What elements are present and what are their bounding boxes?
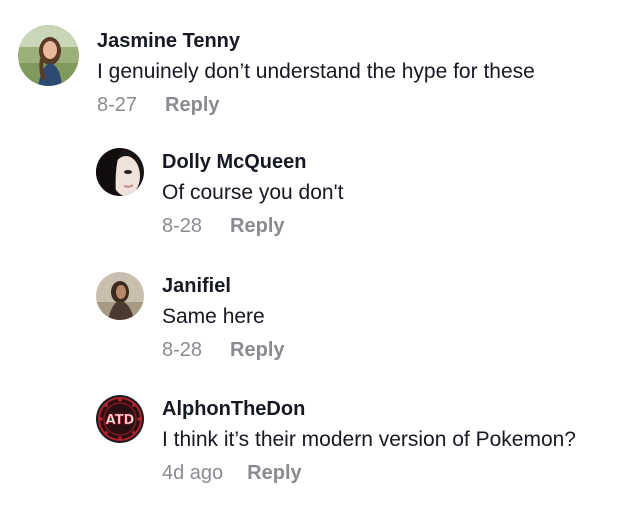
comment-meta: 8-28 Reply [162, 214, 343, 238]
comment-text: I genuinely don’t understand the hype fo… [97, 60, 535, 83]
comment-username[interactable]: AlphonTheDon [162, 397, 576, 421]
comment-text: I think it’s their modern version of Pok… [162, 428, 576, 451]
comment-date: 4d ago [162, 462, 224, 484]
comment-meta: 8-28 Reply [162, 338, 285, 362]
reply-button[interactable]: Reply [230, 214, 284, 238]
comment-username[interactable]: Dolly McQueen [162, 150, 343, 174]
svg-text:ATD: ATD [106, 413, 135, 428]
comment-meta: 4d ago Reply [162, 461, 576, 485]
comment-meta: 8-27 Reply [97, 93, 535, 117]
avatar-photo [96, 272, 144, 320]
avatar[interactable] [96, 148, 144, 196]
avatar[interactable] [18, 25, 79, 86]
comment-username[interactable]: Janifiel [162, 274, 285, 298]
comment-date: 8-27 [97, 94, 138, 116]
comment-text: Of course you don't [162, 181, 344, 204]
comment-date: 8-28 [162, 339, 203, 361]
comment-username[interactable]: Jasmine Tenny [97, 29, 535, 53]
comment-item: Jasmine Tenny I genuinely don’t understa… [18, 25, 535, 117]
comment-text: Same here [162, 305, 265, 328]
reply-button[interactable]: Reply [165, 93, 219, 117]
avatar-logo: ATD [96, 395, 144, 443]
avatar-photo [18, 25, 79, 86]
reply-button[interactable]: Reply [230, 338, 284, 362]
avatar[interactable]: ATD [96, 395, 144, 443]
avatar-photo [96, 148, 144, 196]
reply-item: Janifiel Same here 8-28 Reply [96, 272, 285, 362]
avatar[interactable] [96, 272, 144, 320]
reply-button[interactable]: Reply [247, 461, 301, 485]
comment-date: 8-28 [162, 215, 203, 237]
reply-item: Dolly McQueen Of course you don't 8-28 R… [96, 148, 343, 238]
reply-item: ATD AlphonTheDon I think it’s their mode… [96, 395, 576, 485]
